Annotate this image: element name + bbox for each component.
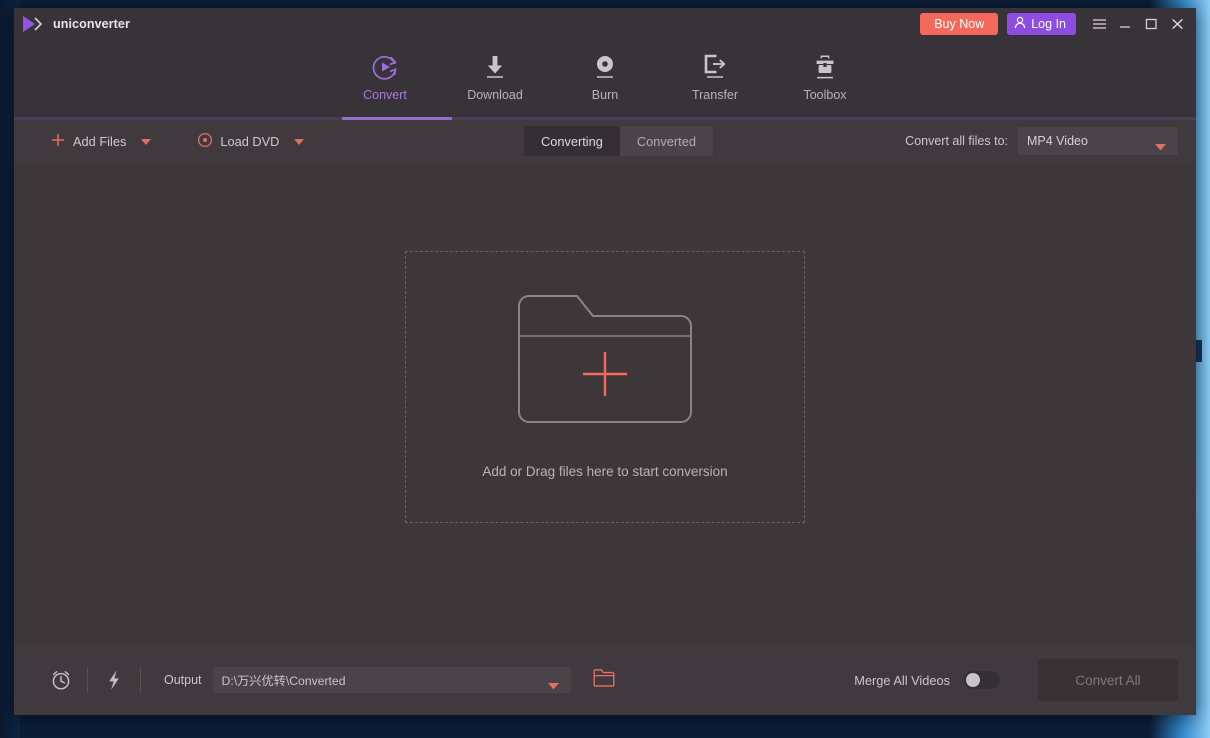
main-content-area: Add or Drag files here to start conversi… [14, 162, 1196, 645]
nav-tab-convert-label: Convert [363, 88, 407, 102]
user-icon [1014, 16, 1026, 32]
hamburger-menu-icon[interactable] [1086, 9, 1112, 39]
folder-open-icon [593, 668, 615, 692]
app-brand: uniconverter [14, 15, 130, 33]
output-path-input[interactable]: D:\万兴优转\Converted [212, 667, 571, 695]
tab-converted[interactable]: Converted [619, 126, 713, 156]
output-path-chevron-down-icon[interactable] [547, 677, 559, 695]
alarm-clock-icon[interactable] [46, 665, 76, 695]
nav-tab-toolbox-label: Toolbox [803, 88, 847, 102]
folder-add-icon [517, 294, 693, 424]
action-toolbar: Add Files Load DVD Converting Converted … [14, 120, 1196, 162]
toggle-knob [966, 673, 980, 687]
nav-tab-toolbox[interactable]: Toolbox [770, 40, 880, 118]
merge-all-videos-toggle[interactable] [964, 671, 1000, 689]
title-bar-controls: Buy Now Log In [920, 9, 1196, 39]
maximize-icon[interactable] [1138, 9, 1164, 39]
app-title: uniconverter [53, 17, 130, 31]
bottom-bar: Output D:\万兴优转\Converted Merge All Video… [14, 645, 1196, 715]
download-arrow-icon [480, 50, 510, 84]
output-label: Output [164, 673, 202, 687]
merge-all-videos-label: Merge All Videos [854, 672, 950, 688]
load-dvd-chevron-down-icon[interactable] [294, 134, 305, 149]
convert-all-files-to-group: Convert all files to: MP4 Video [905, 120, 1178, 162]
open-output-folder-button[interactable] [593, 668, 615, 692]
convert-all-button[interactable]: Convert All [1038, 659, 1178, 701]
app-header: uniconverter Buy Now Log In Convert Down… [14, 8, 1196, 120]
add-files-button[interactable]: Add Files [50, 120, 152, 162]
dropzone-instruction-text: Add or Drag files here to start conversi… [482, 464, 728, 479]
converting-converted-segmented-control: Converting Converted [524, 126, 713, 156]
add-files-label: Add Files [73, 133, 127, 149]
disc-icon [197, 132, 213, 151]
nav-tab-convert[interactable]: Convert [330, 40, 440, 118]
main-nav-tabs: Convert Download Burn Transfer Toolbox [14, 40, 1196, 120]
convert-all-files-to-label: Convert all files to: [905, 134, 1008, 148]
buy-now-button[interactable]: Buy Now [920, 13, 999, 35]
lightning-bolt-icon[interactable] [99, 665, 129, 695]
plus-icon [50, 132, 66, 151]
nav-tab-download[interactable]: Download [440, 40, 550, 118]
convert-refresh-play-icon [370, 50, 400, 84]
bottom-bar-right: Merge All Videos Convert All [854, 659, 1196, 701]
nav-tab-download-label: Download [467, 88, 523, 102]
load-dvd-label: Load DVD [220, 133, 280, 149]
close-icon[interactable] [1164, 9, 1190, 39]
bottom-divider-2 [140, 667, 141, 693]
output-format-chevron-down-icon [1155, 138, 1166, 156]
burn-disc-icon [590, 50, 620, 84]
load-dvd-button[interactable]: Load DVD [197, 120, 305, 162]
desktop-background: uniconverter Buy Now Log In Convert Down… [0, 0, 1210, 738]
title-bar[interactable]: uniconverter Buy Now Log In [14, 8, 1196, 40]
play-triangle-icon [22, 15, 44, 33]
nav-tab-burn[interactable]: Burn [550, 40, 660, 118]
tab-converting[interactable]: Converting [524, 126, 620, 156]
nav-tab-transfer-label: Transfer [691, 88, 739, 102]
output-format-value: MP4 Video [1027, 134, 1088, 148]
log-in-button[interactable]: Log In [1007, 13, 1076, 35]
bottom-divider [87, 667, 88, 693]
file-dropzone[interactable]: Add or Drag files here to start conversi… [405, 250, 805, 523]
add-files-chevron-down-icon[interactable] [141, 134, 152, 149]
output-path-value: D:\万兴优转\Converted [221, 674, 346, 688]
transfer-export-icon [700, 50, 730, 84]
toolbox-briefcase-icon [810, 50, 840, 84]
minimize-icon[interactable] [1112, 9, 1138, 39]
log-in-label: Log In [1031, 17, 1066, 31]
output-format-select[interactable]: MP4 Video [1018, 127, 1178, 155]
app-window: uniconverter Buy Now Log In Convert Down… [14, 8, 1196, 715]
nav-tab-transfer[interactable]: Transfer [660, 40, 770, 118]
nav-tab-burn-label: Burn [591, 88, 619, 102]
